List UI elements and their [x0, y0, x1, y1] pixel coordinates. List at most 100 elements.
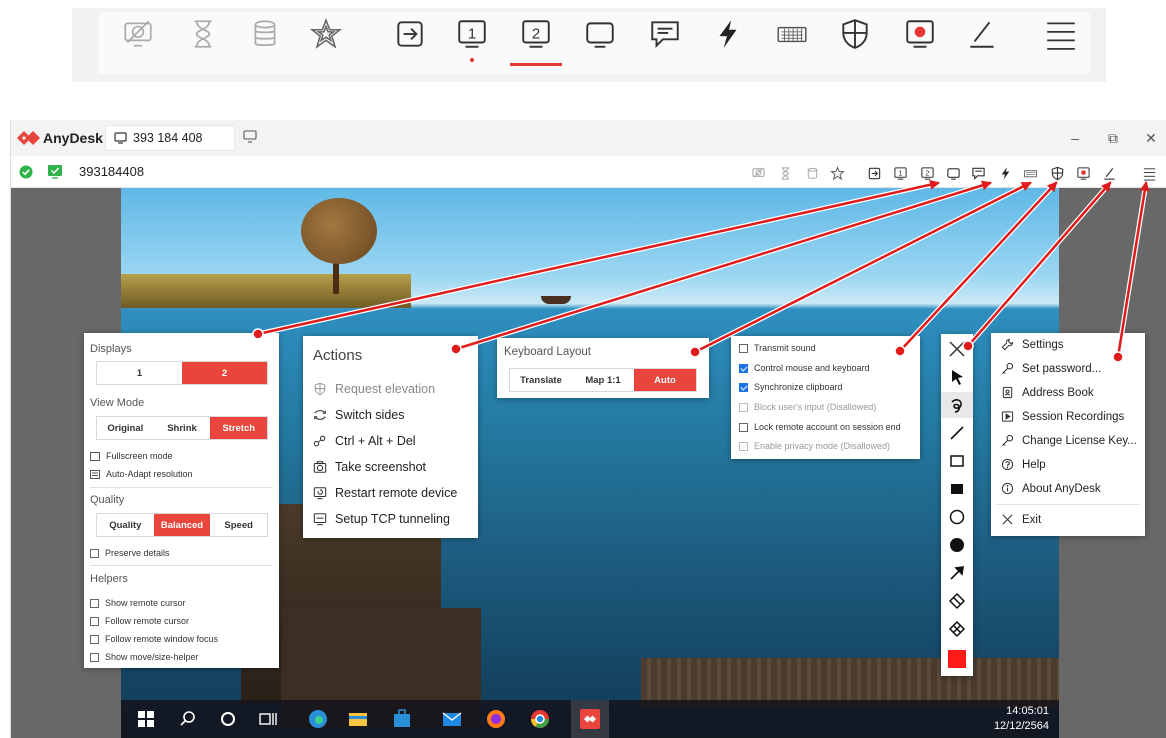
- privacy-monitor-icon[interactable]: [118, 14, 158, 54]
- view-mode-original[interactable]: Original: [97, 417, 154, 439]
- search-icon[interactable]: [177, 708, 199, 730]
- store-icon[interactable]: [391, 708, 413, 730]
- checkbox[interactable]: [739, 343, 748, 353]
- quality-option-balanced[interactable]: Balanced: [153, 514, 211, 536]
- pointer-icon[interactable]: [941, 364, 973, 390]
- switch-sides-item[interactable]: Switch sides: [313, 408, 404, 422]
- enter-icon[interactable]: [865, 164, 883, 182]
- request-elevation-item[interactable]: Request elevation: [313, 382, 435, 396]
- checkbox[interactable]: [90, 598, 99, 608]
- filled-circle-icon[interactable]: [941, 532, 973, 558]
- helper-checkbox[interactable]: Follow remote window focus: [90, 634, 218, 644]
- checkbox[interactable]: [90, 652, 99, 662]
- checkbox[interactable]: [90, 548, 99, 558]
- menu-change-license[interactable]: Change License Key...: [1001, 434, 1137, 447]
- hourglass-icon[interactable]: [183, 14, 223, 54]
- quality-option-quality[interactable]: Quality: [97, 514, 154, 536]
- hourglass-icon[interactable]: [776, 164, 794, 182]
- menu-settings[interactable]: Settings: [1001, 338, 1064, 351]
- file-explorer-icon[interactable]: [347, 708, 369, 730]
- menu-help[interactable]: Help: [1001, 458, 1046, 471]
- menu-exit[interactable]: Exit: [1001, 513, 1041, 526]
- star-icon[interactable]: [306, 14, 346, 54]
- session-tab[interactable]: 393 184 408: [105, 125, 235, 151]
- enter-icon[interactable]: [390, 14, 430, 54]
- keyboard-option-map[interactable]: Map 1:1: [572, 369, 634, 391]
- display-option-2[interactable]: 2: [182, 362, 267, 384]
- freehand-icon[interactable]: [941, 392, 973, 418]
- display-1-icon[interactable]: 1: [452, 14, 492, 62]
- sync-clipboard-checkbox[interactable]: Synchronize clipboard: [739, 382, 843, 392]
- pen-icon[interactable]: [1100, 164, 1118, 182]
- anydesk-taskbar-icon[interactable]: [579, 708, 601, 730]
- database-icon[interactable]: [803, 164, 821, 182]
- menu-set-password[interactable]: Set password...: [1001, 362, 1101, 375]
- checkbox[interactable]: [90, 616, 99, 626]
- cortana-icon[interactable]: [217, 708, 239, 730]
- take-screenshot-item[interactable]: Take screenshot: [313, 460, 426, 474]
- lightning-icon[interactable]: [708, 14, 748, 54]
- checkbox[interactable]: [90, 634, 99, 644]
- quality-option-speed[interactable]: Speed: [210, 514, 268, 536]
- checkbox-checked[interactable]: [739, 363, 748, 373]
- auto-adapt-option[interactable]: Auto-Adapt resolution: [90, 469, 193, 479]
- fullscreen-mode-option[interactable]: Fullscreen mode: [90, 451, 173, 461]
- arrow-icon[interactable]: [941, 560, 973, 586]
- display-2-icon[interactable]: 2: [510, 14, 562, 66]
- shield-icon[interactable]: [1048, 164, 1066, 182]
- ctrl-alt-del-item[interactable]: Ctrl + Alt + Del: [313, 434, 416, 448]
- display-2-icon[interactable]: 2: [918, 164, 936, 182]
- helper-checkbox[interactable]: Show remote cursor: [90, 598, 186, 608]
- mail-icon[interactable]: [441, 708, 463, 730]
- keyboard-option-translate[interactable]: Translate: [510, 369, 572, 391]
- monitor-icon[interactable]: [580, 14, 620, 54]
- control-mouse-keyboard-checkbox[interactable]: Control mouse and keyboard: [739, 363, 870, 373]
- lock-account-checkbox[interactable]: Lock remote account on session end: [739, 422, 901, 432]
- windows-start-icon[interactable]: [135, 708, 157, 730]
- taskbar-clock[interactable]: 14:05:01 12/12/2564: [994, 704, 1049, 734]
- menu-session-recordings[interactable]: Session Recordings: [1001, 410, 1124, 423]
- helper-checkbox[interactable]: Show move/size-helper: [90, 652, 199, 662]
- firefox-icon[interactable]: [485, 708, 507, 730]
- new-tab-icon[interactable]: [243, 130, 257, 143]
- display-option-1[interactable]: 1: [97, 362, 182, 384]
- monitor-icon[interactable]: [944, 164, 962, 182]
- close-drawing-icon[interactable]: [941, 336, 973, 362]
- tcp-tunneling-item[interactable]: Setup TCP tunneling: [313, 512, 450, 526]
- restart-remote-item[interactable]: Restart remote device: [313, 486, 457, 500]
- close-button[interactable]: ✕: [1141, 129, 1161, 147]
- checkbox[interactable]: [739, 422, 748, 432]
- transmit-sound-checkbox[interactable]: Transmit sound: [739, 343, 816, 353]
- task-view-icon[interactable]: [257, 708, 279, 730]
- database-icon[interactable]: [245, 14, 285, 54]
- menu-icon[interactable]: [1041, 14, 1081, 54]
- star-icon[interactable]: [828, 164, 846, 182]
- line-icon[interactable]: [941, 420, 973, 446]
- preserve-details-checkbox[interactable]: Preserve details: [90, 548, 170, 558]
- pen-icon[interactable]: [962, 14, 1002, 54]
- view-mode-stretch[interactable]: Stretch: [210, 417, 268, 439]
- view-mode-shrink[interactable]: Shrink: [153, 417, 211, 439]
- restore-button[interactable]: ⧉: [1103, 129, 1123, 147]
- clear-all-icon[interactable]: [941, 616, 973, 642]
- chat-icon[interactable]: [645, 14, 685, 54]
- display-1-icon[interactable]: 1: [891, 164, 909, 182]
- privacy-monitor-icon[interactable]: [749, 164, 767, 182]
- keyboard-icon[interactable]: [1021, 164, 1039, 182]
- keyboard-option-auto[interactable]: Auto: [634, 369, 696, 391]
- eraser-icon[interactable]: [941, 588, 973, 614]
- chat-icon[interactable]: [969, 164, 987, 182]
- menu-icon[interactable]: [1140, 164, 1158, 182]
- record-icon[interactable]: [1074, 164, 1092, 182]
- chrome-icon[interactable]: [529, 708, 551, 730]
- menu-about[interactable]: About AnyDesk: [1001, 482, 1101, 495]
- checkbox-checked[interactable]: [739, 382, 748, 392]
- menu-address-book[interactable]: Address Book: [1001, 386, 1094, 399]
- lightning-icon[interactable]: [996, 164, 1014, 182]
- filled-rectangle-icon[interactable]: [941, 476, 973, 502]
- shield-icon[interactable]: [835, 14, 875, 54]
- color-swatch[interactable]: [941, 646, 973, 672]
- circle-icon[interactable]: [941, 504, 973, 530]
- helper-checkbox[interactable]: Follow remote cursor: [90, 616, 189, 626]
- edge-icon[interactable]: [307, 708, 329, 730]
